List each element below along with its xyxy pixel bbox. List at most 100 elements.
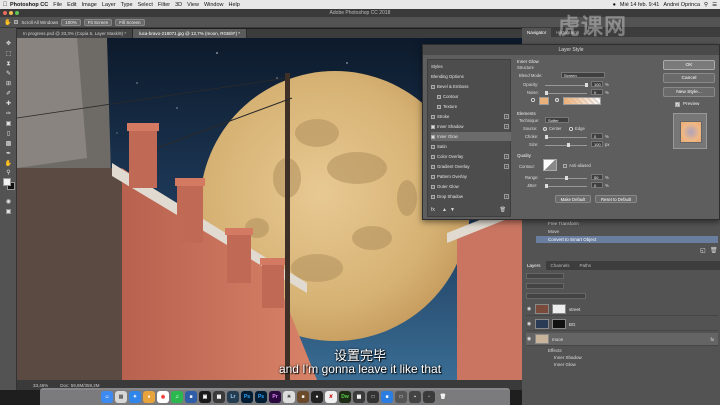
range-input[interactable]: 50 [591,174,603,180]
marquee-tool-icon[interactable]: ⬚ [3,50,14,58]
tab-in-progress[interactable]: In progress.psd @ 33,3% (Copia 6, Layer … [17,29,134,38]
app-icon[interactable]: □ [367,390,379,403]
history-delete-icon[interactable]: 🗑 [710,247,718,254]
gradient-picker[interactable] [563,97,601,105]
visibility-eye-icon[interactable]: ◉ [526,336,532,342]
range-slider[interactable] [545,176,587,180]
clock-text[interactable]: Mié 14 feb. 9:41 [620,2,659,8]
app-icon[interactable]: ▪ [409,390,421,403]
blending-options-item[interactable]: Blending Options [431,72,511,81]
style-checkbox[interactable] [431,184,435,189]
history-new-snapshot-icon[interactable]: ◱ [700,247,706,254]
tab-layers[interactable]: Layers [522,261,546,270]
premiere-icon[interactable]: Pr [269,390,281,403]
app-icon[interactable]: ▣ [199,390,211,403]
zoom-level[interactable]: 33,46% [33,383,48,388]
quick-mask-icon[interactable]: ◉ [3,198,14,206]
wifi-icon[interactable]: ● [613,2,616,8]
stamp-tool-icon[interactable]: ▣ [3,120,14,128]
search-icon[interactable]: ⚲ [704,2,708,8]
blend-mode-select[interactable]: Screen [561,72,605,78]
choke-input[interactable]: 0 [591,133,603,139]
visibility-eye-icon[interactable]: ◉ [526,321,532,327]
fx-menu-icon[interactable]: fx [431,207,435,213]
style-item[interactable]: Drop Shadow + [431,192,511,201]
delete-effect-icon[interactable]: 🗑 [500,207,506,213]
style-item[interactable]: Color Overlay + [431,152,511,161]
lock-row[interactable] [526,293,586,299]
fill-screen-button[interactable]: Fill Screen [115,18,145,26]
layer-name[interactable]: moon [552,337,563,342]
layer-name[interactable]: street [569,307,580,312]
new-style-button[interactable]: New Style... [663,87,715,97]
app-icon[interactable]: ▦ [213,390,225,403]
layer-mask-thumbnail[interactable] [552,304,566,314]
layer-mask-thumbnail[interactable] [552,319,566,329]
fx-icon[interactable]: fx [710,337,714,342]
fit-screen-button[interactable]: Fit Screen [83,18,113,26]
app-icon[interactable]: ■ [185,390,197,403]
dreamweaver-icon[interactable]: Dw [339,390,351,403]
style-item[interactable]: Gradient Overlay + [431,162,511,171]
size-input[interactable]: 100 [591,141,603,147]
blend-mode-select[interactable] [526,283,564,289]
history-item[interactable]: Free Transform [536,220,718,227]
app-icon[interactable]: ✘ [325,390,337,403]
pen-tool-icon[interactable]: ✒ [3,150,14,158]
style-checkbox[interactable] [431,174,435,179]
layer-filter-select[interactable] [526,273,564,279]
style-item[interactable]: Stroke + [431,112,511,121]
menu-app-name[interactable]: Photoshop CC [10,2,48,8]
menu-layer[interactable]: Layer [102,2,116,8]
ok-button[interactable]: OK [663,60,715,70]
technique-select[interactable]: Softer [545,117,569,123]
menu-3d[interactable]: 3D [175,2,182,8]
move-down-icon[interactable]: ▼ [450,207,455,213]
add-style-instance-icon[interactable]: + [504,114,509,119]
tab-channels[interactable]: Channels [546,261,575,270]
style-item[interactable]: Bevel & Emboss [431,82,511,91]
style-checkbox[interactable] [437,104,441,109]
zoom-100-button[interactable]: 100% [61,18,81,26]
noise-input[interactable]: 0 [591,89,603,95]
style-checkbox[interactable] [431,84,435,89]
quick-select-tool-icon[interactable]: ✎ [3,70,14,78]
trash-icon[interactable]: 🗑 [437,390,449,403]
menu-help[interactable]: Help [229,2,240,8]
eyedropper-tool-icon[interactable]: ✐ [3,90,14,98]
add-style-instance-icon[interactable]: + [504,124,509,129]
layer-row-street[interactable]: ◉ street [526,303,718,316]
app-icon[interactable]: ● [311,390,323,403]
app-icon[interactable]: ▫ [423,390,435,403]
zoom-tool-icon[interactable]: ⚲ [3,169,14,177]
menu-list-icon[interactable]: ☰ [712,2,717,8]
choke-slider[interactable] [545,135,587,139]
style-item[interactable]: Outer Glow [431,182,511,191]
brush-tool-icon[interactable]: ✑ [3,110,14,118]
reset-to-default-button[interactable]: Reset to Default [595,195,637,203]
add-style-instance-icon[interactable]: + [504,164,509,169]
menu-edit[interactable]: Edit [67,2,76,8]
styles-header[interactable]: Styles [431,62,511,71]
opacity-slider[interactable] [545,83,588,87]
spotify-icon[interactable]: ♫ [171,390,183,403]
style-checkbox[interactable] [431,194,435,199]
style-checkbox[interactable] [431,124,435,129]
photoshop-icon[interactable]: Ps [241,390,253,403]
style-item[interactable]: Contour [431,92,511,101]
launchpad-icon[interactable]: ▦ [115,390,127,403]
chrome-icon[interactable]: ◉ [157,390,169,403]
style-checkbox[interactable] [431,114,435,119]
style-item[interactable]: Satin [431,142,511,151]
cancel-button[interactable]: Cancel [663,73,715,83]
add-style-instance-icon[interactable]: + [504,194,509,199]
layer-name[interactable]: BG [569,322,576,327]
style-checkbox[interactable] [437,94,441,99]
tab-paths[interactable]: Paths [575,261,597,270]
history-item[interactable]: Convert to Smart Object [536,236,718,243]
close-window-button[interactable] [3,11,7,15]
lightroom-icon[interactable]: Lr [227,390,239,403]
style-item[interactable]: Pattern Overlay [431,172,511,181]
jitter-slider[interactable] [545,184,587,188]
history-item[interactable]: Move [536,228,718,235]
